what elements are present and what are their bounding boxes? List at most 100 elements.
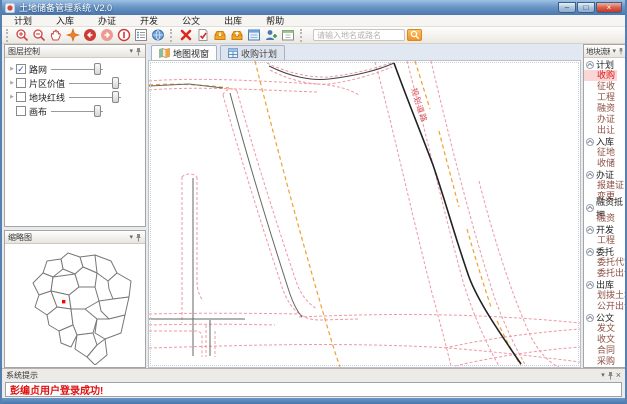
process-group-header[interactable]: 委托 [584, 246, 626, 257]
edit-document-icon[interactable] [194, 28, 211, 43]
process-item[interactable]: 报建证 [584, 180, 626, 191]
menu-item[interactable]: 入库 [44, 14, 86, 27]
layer-checkbox[interactable] [16, 78, 26, 88]
map-tab-strip: 地图视窗 收购计划 [148, 44, 581, 60]
process-item[interactable]: 合同 [584, 345, 626, 356]
process-item[interactable]: 收购 [584, 70, 617, 81]
process-group-header[interactable]: 计划 [584, 59, 626, 70]
process-item[interactable]: 融资 [584, 103, 626, 114]
collapse-chevron-icon[interactable] [586, 281, 594, 289]
menu-item[interactable]: 计划 [2, 14, 44, 27]
expand-arrow-icon[interactable]: ▶ [8, 66, 16, 72]
slider-handle[interactable] [94, 63, 101, 75]
close-button[interactable]: × [596, 2, 622, 13]
collapse-chevron-icon[interactable] [586, 138, 594, 146]
layer-label[interactable]: 地块红线 [29, 91, 65, 104]
identify-icon[interactable] [115, 28, 132, 43]
tab-map-view[interactable]: 地图视窗 [151, 45, 217, 60]
layer-checkbox[interactable]: ✓ [16, 64, 26, 74]
process-item[interactable]: 收文 [584, 334, 626, 345]
search-input[interactable] [313, 29, 405, 41]
layer-label[interactable]: 路网 [29, 63, 47, 76]
expand-arrow-icon[interactable]: ▶ [8, 80, 16, 86]
dock-menu-icon[interactable]: ▾ [612, 46, 616, 57]
minimize-button[interactable]: – [558, 2, 576, 13]
back-arrow-icon[interactable] [81, 28, 98, 43]
process-item[interactable]: 划拨土地 [584, 290, 626, 301]
search-button[interactable] [407, 29, 422, 41]
opacity-slider[interactable] [51, 105, 103, 117]
menu-item[interactable]: 开发 [128, 14, 170, 27]
process-group-header[interactable]: 融资抵押 [584, 202, 626, 213]
process-item[interactable]: 征地 [584, 147, 626, 158]
pin-icon[interactable] [135, 233, 142, 242]
toolbar-grip[interactable] [6, 29, 10, 42]
pin-icon[interactable] [618, 47, 624, 55]
close-panel-icon[interactable]: × [616, 370, 621, 381]
layer-label[interactable]: 片区价值 [29, 77, 65, 90]
calendar-icon[interactable] [279, 28, 296, 43]
toolbar-grip[interactable] [170, 29, 174, 42]
opacity-slider[interactable] [51, 63, 103, 75]
dock-menu-icon[interactable]: ▾ [129, 46, 133, 57]
process-group-header[interactable]: 公文 [584, 312, 626, 323]
dock-menu-icon[interactable]: ▾ [129, 232, 133, 243]
form-window-icon[interactable] [245, 28, 262, 43]
process-item[interactable]: 采购 [584, 356, 626, 367]
full-extent-icon[interactable] [64, 28, 81, 43]
zoom-in-icon[interactable] [13, 28, 30, 43]
process-group-header[interactable]: 入库 [584, 136, 626, 147]
search-box [313, 29, 422, 41]
collapse-chevron-icon[interactable] [586, 171, 594, 179]
process-item[interactable]: 征收 [584, 81, 626, 92]
layer-checkbox[interactable] [16, 92, 26, 102]
opacity-slider[interactable] [69, 77, 121, 89]
dock-menu-icon[interactable]: ▾ [601, 370, 605, 381]
layer-row: ▶ 地块红线 [8, 90, 142, 104]
maximize-button[interactable]: □ [577, 2, 595, 13]
map-viewport[interactable]: 规划道路 [148, 60, 581, 368]
pan-hand-icon[interactable] [47, 28, 64, 43]
thumbnail-panel-header: 缩略图 ▾ [5, 231, 145, 244]
toolbar-grip[interactable] [300, 29, 304, 42]
slider-handle[interactable] [112, 91, 119, 103]
attribute-list-icon[interactable] [132, 28, 149, 43]
pin-icon[interactable] [135, 47, 142, 56]
zoom-out-icon[interactable] [30, 28, 47, 43]
add-user-icon[interactable] [262, 28, 279, 43]
opacity-slider[interactable] [69, 91, 121, 103]
collapse-chevron-icon[interactable] [586, 61, 594, 69]
layer-row: ▶ 片区价值 [8, 76, 142, 90]
import-inbox-icon[interactable] [211, 28, 228, 43]
process-group-header[interactable]: 办证 [584, 169, 626, 180]
tab-acquisition-plan[interactable]: 收购计划 [220, 45, 285, 60]
title-bar: 土地储备管理系统 V2.0 – □ × [2, 0, 625, 15]
process-item[interactable]: 委托代管 [584, 257, 626, 268]
expand-arrow-icon[interactable]: ▶ [8, 94, 16, 100]
menu-item[interactable]: 出库 [212, 14, 254, 27]
slider-handle[interactable] [112, 77, 119, 89]
layer-label[interactable]: 画布 [29, 105, 47, 118]
process-item[interactable]: 办证 [584, 114, 626, 125]
slider-handle[interactable] [94, 105, 101, 117]
process-group-header[interactable]: 开发 [584, 224, 626, 235]
delete-icon[interactable] [177, 28, 194, 43]
district-outline-map [13, 247, 137, 365]
collapse-chevron-icon[interactable] [586, 314, 594, 322]
process-group-header[interactable]: 出库 [584, 279, 626, 290]
menu-item[interactable]: 办证 [86, 14, 128, 27]
menu-item[interactable]: 帮助 [254, 14, 296, 27]
export-inbox-icon[interactable] [228, 28, 245, 43]
overview-map[interactable] [5, 244, 145, 367]
system-message-box: 彭编贞用户登录成功! [5, 382, 622, 397]
pin-icon[interactable] [607, 371, 614, 380]
process-item[interactable]: 发文 [584, 323, 626, 334]
menu-item[interactable]: 公文 [170, 14, 212, 27]
layer-checkbox[interactable] [16, 106, 26, 116]
collapse-chevron-icon[interactable] [586, 204, 594, 212]
forward-arrow-icon[interactable] [98, 28, 115, 43]
map-layers-icon[interactable] [149, 28, 166, 43]
collapse-chevron-icon[interactable] [586, 248, 594, 256]
collapse-chevron-icon[interactable] [586, 226, 594, 234]
process-item[interactable]: 工程 [584, 92, 626, 103]
